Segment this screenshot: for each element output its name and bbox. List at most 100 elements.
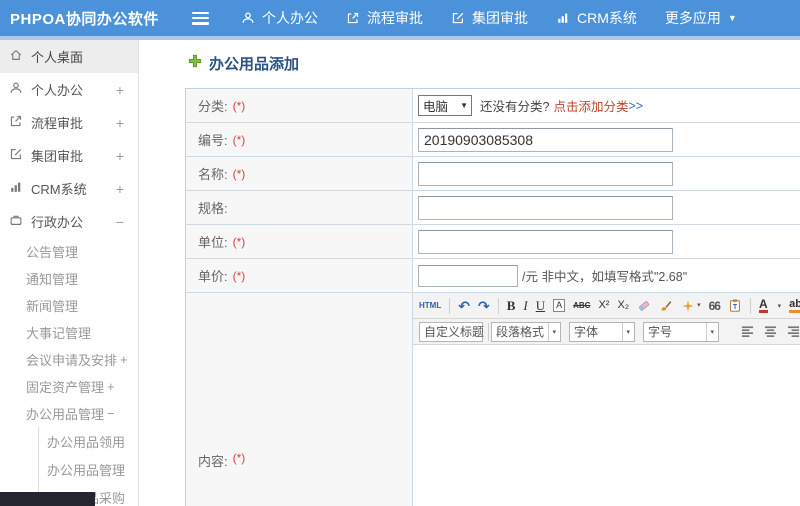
share-arrow-icon [9,114,23,131]
unit-label: 单位: (*) [186,225,413,258]
nav-workflow-approval[interactable]: 流程审批 [346,8,423,28]
required-mark: (*) [232,268,246,283]
price-label: 单价: (*) [186,259,413,292]
sidebar-item-events-mgmt[interactable]: 大事记管理 [0,319,138,346]
align-left-icon[interactable] [741,325,754,338]
briefcase-icon [9,213,23,230]
form-row-name: 名称: (*) [186,157,800,191]
form-row-spec: 规格: [186,191,800,225]
top-header: PHPOA协同办公软件 个人办公 流程审批 集团审批 CRM系统 更多应用 ▼ [0,0,800,36]
user-icon [9,81,23,98]
office-supply-form: 分类: (*) 电脑 ▼ 还没有分类? 点击添加分类 >> 编号: (*) 20… [185,88,800,506]
align-right-icon[interactable] [787,325,800,338]
nav-label: 个人办公 [262,10,318,26]
caret-down-icon[interactable]: ▾ [778,302,782,310]
code-input[interactable] [418,127,673,152]
caret-down-icon: ▾ [548,322,556,341]
strikethrough-button[interactable]: ABC [573,301,590,310]
sidebar-item-news-mgmt[interactable]: 新闻管理 [0,292,138,319]
font-family-select[interactable]: 字体 ▾ [569,321,635,342]
collapse-minus-icon: − [107,406,115,421]
required-mark: (*) [232,451,246,465]
sidebar-item-label: 集团审批 [31,149,84,164]
sidebar-item-workflow-approval[interactable]: 流程审批 + [0,106,138,139]
app-logo[interactable]: PHPOA协同办公软件 [0,8,178,29]
font-size-select[interactable]: 字号 ▾ [643,321,719,342]
expand-plus-icon: + [107,379,115,394]
anchor-button[interactable]: A [553,299,566,312]
nav-label: CRM系统 [577,10,637,26]
hamburger-menu-icon[interactable] [192,11,209,25]
add-category-link[interactable]: 点击添加分类 [553,96,628,115]
underline-button[interactable]: U [536,299,545,312]
superscript-button[interactable]: X² [598,300,609,311]
font-color-button[interactable]: A [758,298,768,313]
no-category-hint: 还没有分类? [480,100,550,114]
sidebar-item-crm-system[interactable]: CRM系统 + [0,172,138,205]
top-nav: 个人办公 流程审批 集团审批 CRM系统 更多应用 ▼ [241,8,737,28]
edit-square-icon [451,11,465,25]
nav-label: 流程审批 [367,10,423,26]
align-center-icon[interactable] [764,325,777,338]
sidebar-item-office-supplies-mgmt[interactable]: 办公用品管理 − [0,400,138,427]
nav-more-apps[interactable]: 更多应用 ▼ [665,8,737,28]
paragraph-format-select[interactable]: 段落格式 ▾ [491,321,561,342]
nav-label: 集团审批 [472,10,528,26]
required-mark: (*) [232,98,246,113]
edit-square-icon [9,147,23,164]
category-select[interactable]: 电脑 ▼ [418,95,472,116]
undo-icon[interactable]: ↶ [458,299,470,313]
page-title: 办公用品添加 [209,56,300,73]
form-row-content: 内容: (*) HTML ↶ ↷ B I U A ABC X² X₂ ▾ 66 … [186,293,800,506]
custom-title-select[interactable]: 自定义标题▾ [419,321,496,342]
bold-button[interactable]: B [507,299,516,312]
editor-content-area[interactable] [413,345,800,506]
source-code-button[interactable]: HTML [419,301,441,310]
nav-label: 更多应用 [664,10,721,26]
editor-toolbar-row-2: 自定义标题▾ 段落格式▾ 字体▾ 字号▾ [413,319,800,345]
highlight-color-button[interactable]: ab [789,298,800,313]
required-mark: (*) [232,132,246,147]
caret-down-icon: ▾ [697,302,701,309]
paste-table-icon[interactable]: T [728,298,742,313]
expand-plus-icon: + [115,114,124,131]
sidebar-item-supplies-manage[interactable]: 办公用品管理 [39,455,138,483]
spec-input[interactable] [418,195,673,220]
code-label: 编号: (*) [186,123,413,156]
price-input[interactable] [418,264,518,287]
italic-button[interactable]: I [523,299,527,312]
sidebar-item-fixed-assets-mgmt[interactable]: 固定资产管理 + [0,373,138,400]
sidebar: 个人桌面 个人办公 + 流程审批 + 集团审批 + CRM系统 + 行政办公 −… [0,40,139,506]
sidebar-item-notice-mgmt[interactable]: 通知管理 [0,265,138,292]
toolbar-separator [497,297,499,314]
name-input[interactable] [418,161,673,186]
sidebar-item-personal-desktop[interactable]: 个人桌面 [0,40,138,73]
sidebar-item-admin-office[interactable]: 行政办公 − [0,205,138,238]
form-row-price: 单价: (*) /元 非中文，如填写格式"2.68" [186,259,800,293]
format-brush-icon[interactable] [659,299,673,313]
nav-personal-office[interactable]: 个人办公 [241,8,318,28]
sidebar-item-personal-office[interactable]: 个人办公 + [0,73,138,106]
add-category-link-arrows[interactable]: >> [628,99,643,113]
autoformat-wand-icon[interactable]: ▾ [681,299,701,313]
svg-text:T: T [733,304,738,311]
sidebar-item-label: 个人办公 [31,83,84,98]
share-arrow-icon [346,11,360,25]
sidebar-item-label: CRM系统 [31,182,87,197]
user-icon [241,11,255,25]
form-row-code: 编号: (*) [186,123,800,157]
caret-down-icon: ▾ [622,322,630,341]
nav-group-approval[interactable]: 集团审批 [451,8,528,28]
editor-toolbar-row-1: HTML ↶ ↷ B I U A ABC X² X₂ ▾ 66 T A ▾ ab [413,293,800,319]
sidebar-item-meeting-request[interactable]: 会议申请及安排 + [0,346,138,373]
subscript-button[interactable]: X₂ [617,300,629,311]
nav-crm-system[interactable]: CRM系统 [556,8,637,28]
sidebar-item-announcement-mgmt[interactable]: 公告管理 [0,238,138,265]
unit-input[interactable] [418,229,673,254]
sidebar-item-group-approval[interactable]: 集团审批 + [0,139,138,172]
eraser-icon[interactable] [637,299,651,313]
category-label: 分类: (*) [186,89,413,122]
blockquote-button[interactable]: 66 [709,300,721,312]
sidebar-item-supplies-claim[interactable]: 办公用品领用 [39,427,138,455]
redo-icon[interactable]: ↷ [478,299,490,313]
